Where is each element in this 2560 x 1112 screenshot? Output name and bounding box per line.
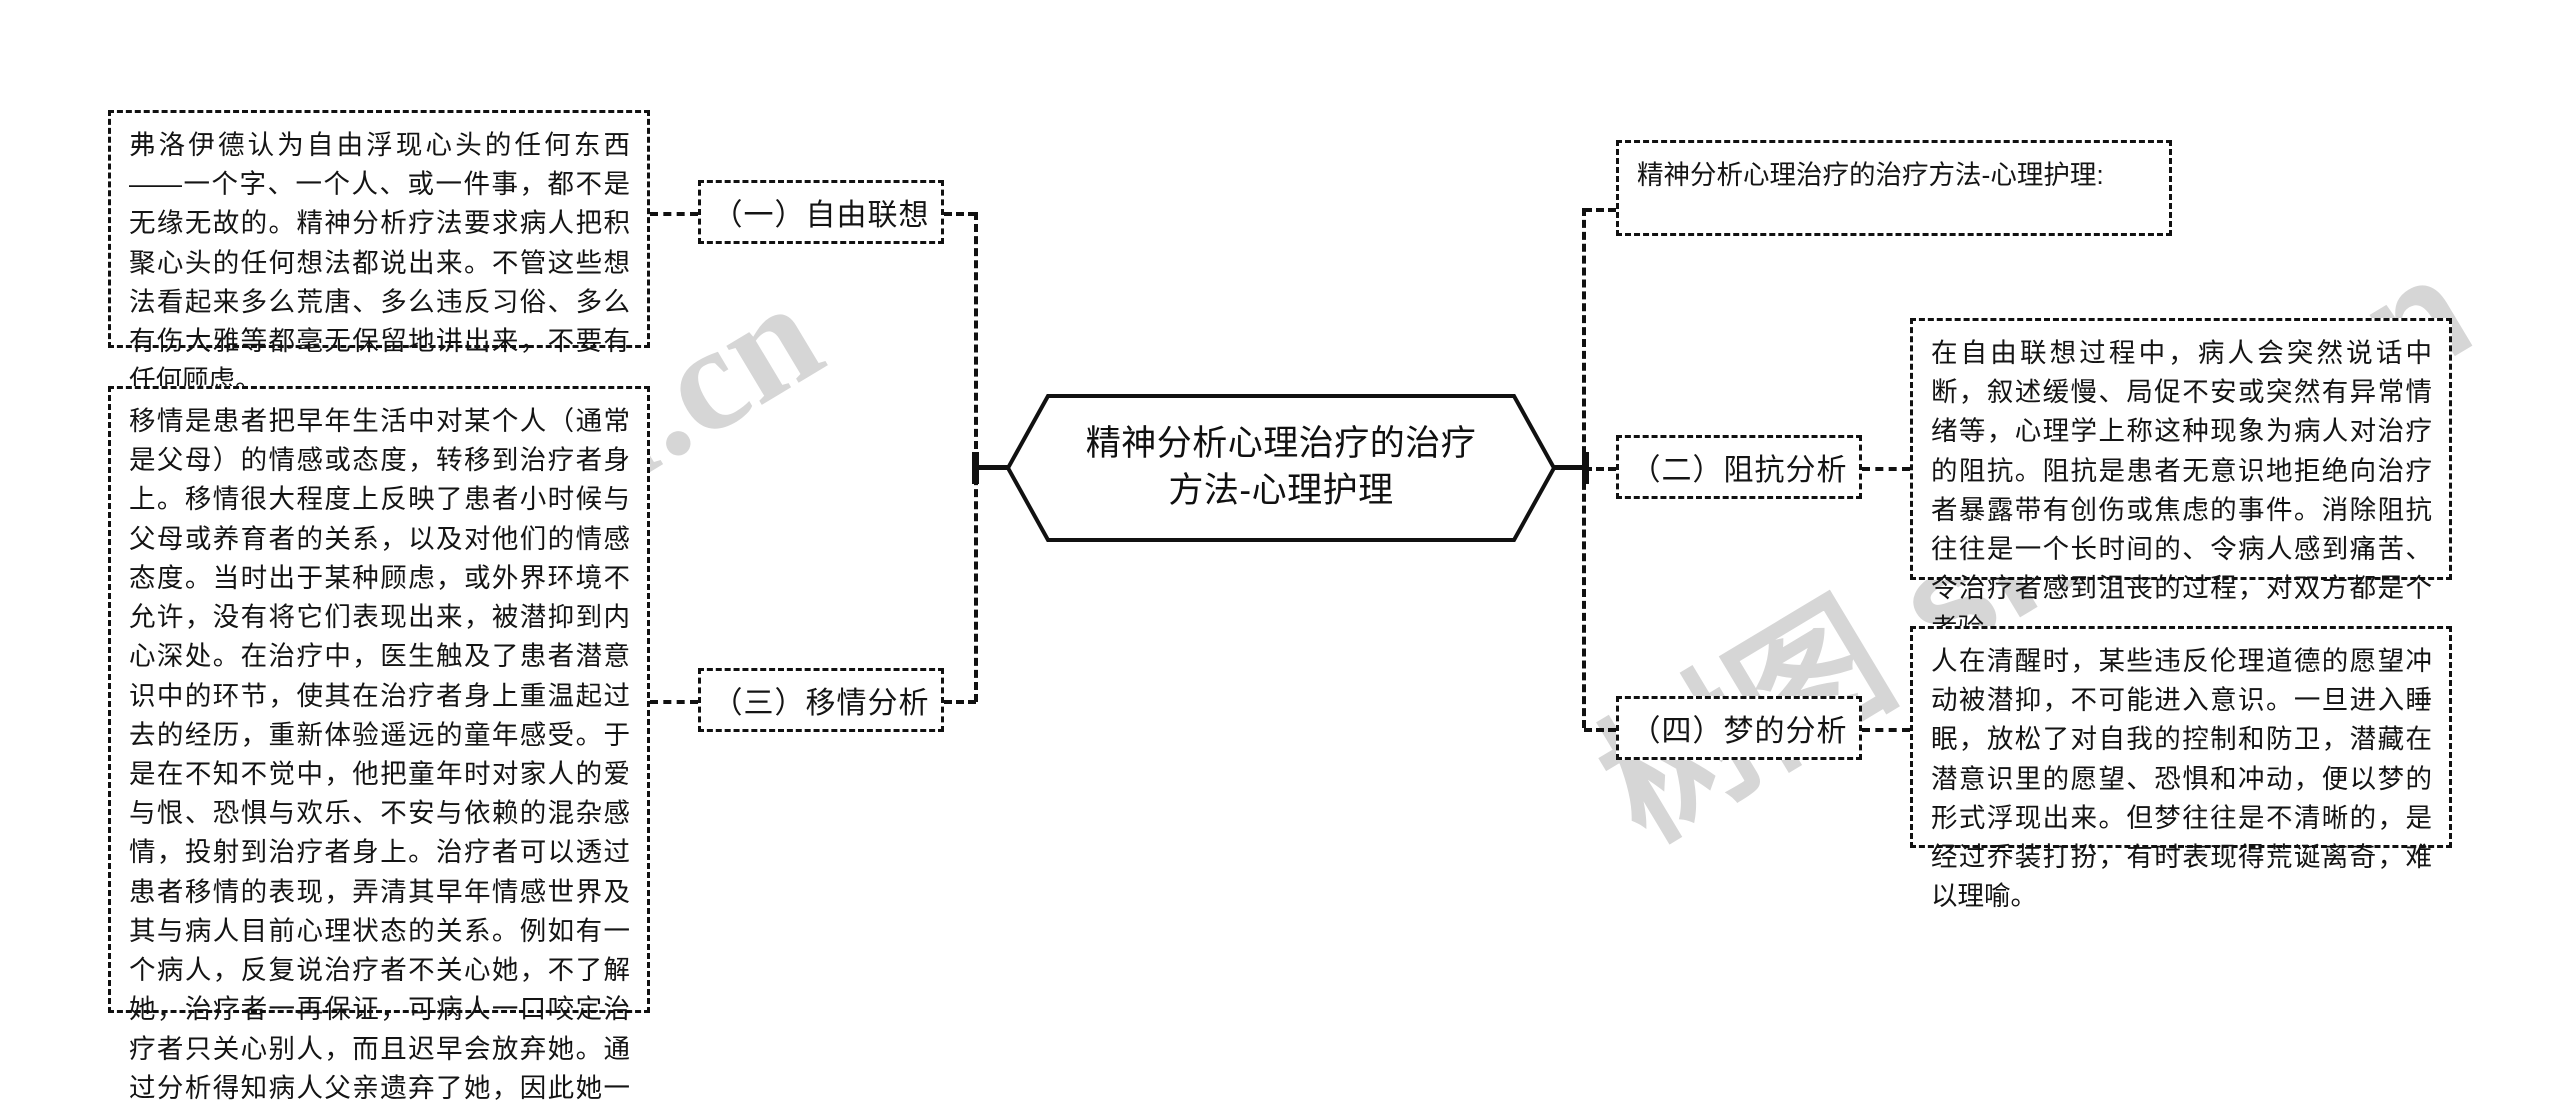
left-stub-label3-to-detail (650, 700, 698, 704)
right-spine-to-center-connector (1552, 465, 1586, 470)
right-detail-box-4[interactable]: 人在清醒时，某些违反伦理道德的愿望冲动被潜抑，不可能进入意识。一旦进入睡眠，放松… (1910, 626, 2452, 911)
center-node[interactable]: 精神分析心理治疗的治疗 方法-心理护理 (1006, 394, 1556, 542)
right-heading-box[interactable]: 精神分析心理治疗的治疗方法-心理护理: (1616, 140, 2172, 236)
left-detail-text-3: 移情是患者把早年生活中对某个人（通常是父母）的情感或态度，转移到治疗者身上。移情… (129, 406, 630, 1112)
right-stub-heading (1584, 208, 1616, 212)
left-spine-tee (972, 452, 979, 484)
right-detail-box-2[interactable]: 在自由联想过程中，病人会突然说话中断，叙述缓慢、局促不安或突然有异常情绪等，心理… (1910, 318, 2452, 643)
left-detail-text-1: 弗洛伊德认为自由浮现心头的任何东西——一个字、一个人、或一件事，都不是无缘无故的… (129, 130, 630, 396)
left-detail-box-3[interactable]: 移情是患者把早年生活中对某个人（通常是父母）的情感或态度，转移到治疗者身上。移情… (108, 386, 650, 1112)
right-detail-text-2: 在自由联想过程中，病人会突然说话中断，叙述缓慢、局促不安或突然有异常情绪等，心理… (1931, 338, 2432, 643)
right-stub-label4-to-detail (1862, 728, 1910, 732)
right-stub-branch-4 (1584, 728, 1616, 732)
right-detail-text-4: 人在清醒时，某些违反伦理道德的愿望冲动被潜抑，不可能进入意识。一旦进入睡眠，放松… (1931, 646, 2432, 912)
right-spine-tee (1582, 452, 1589, 484)
right-branch-label-4[interactable]: （四）梦的分析 (1616, 696, 1862, 760)
left-branch-label-3-text: （三）移情分析 (712, 687, 930, 720)
left-branch-label-1[interactable]: （一）自由联想 (698, 180, 944, 244)
right-branch-label-4-text: （四）梦的分析 (1630, 715, 1848, 748)
right-heading-text: 精神分析心理治疗的治疗方法-心理护理: (1637, 160, 2104, 190)
right-branch-label-2-text: （二）阻抗分析 (1630, 454, 1848, 487)
right-stub-label2-to-detail (1862, 467, 1910, 471)
right-branch-label-2[interactable]: （二）阻抗分析 (1616, 435, 1862, 499)
mindmap-canvas: shutu.cn 树图 shutu.cn （一）自由联想 （三）移情分析 弗洛伊… (0, 0, 2560, 1112)
left-branch-label-3[interactable]: （三）移情分析 (698, 668, 944, 732)
left-stub-branch-1 (944, 212, 976, 216)
left-stub-label1-to-detail (650, 212, 698, 216)
left-detail-box-1[interactable]: 弗洛伊德认为自由浮现心头的任何东西——一个字、一个人、或一件事，都不是无缘无故的… (108, 110, 650, 395)
center-node-line-2: 方法-心理护理 (1168, 471, 1394, 510)
left-branch-label-1-text: （一）自由联想 (712, 199, 930, 232)
left-stub-branch-3 (944, 700, 976, 704)
center-node-line-1: 精神分析心理治疗的治疗 (1085, 424, 1477, 464)
center-node-text: 精神分析心理治疗的治疗 方法-心理护理 (1006, 394, 1556, 542)
left-spine-to-center-connector (976, 465, 1010, 470)
